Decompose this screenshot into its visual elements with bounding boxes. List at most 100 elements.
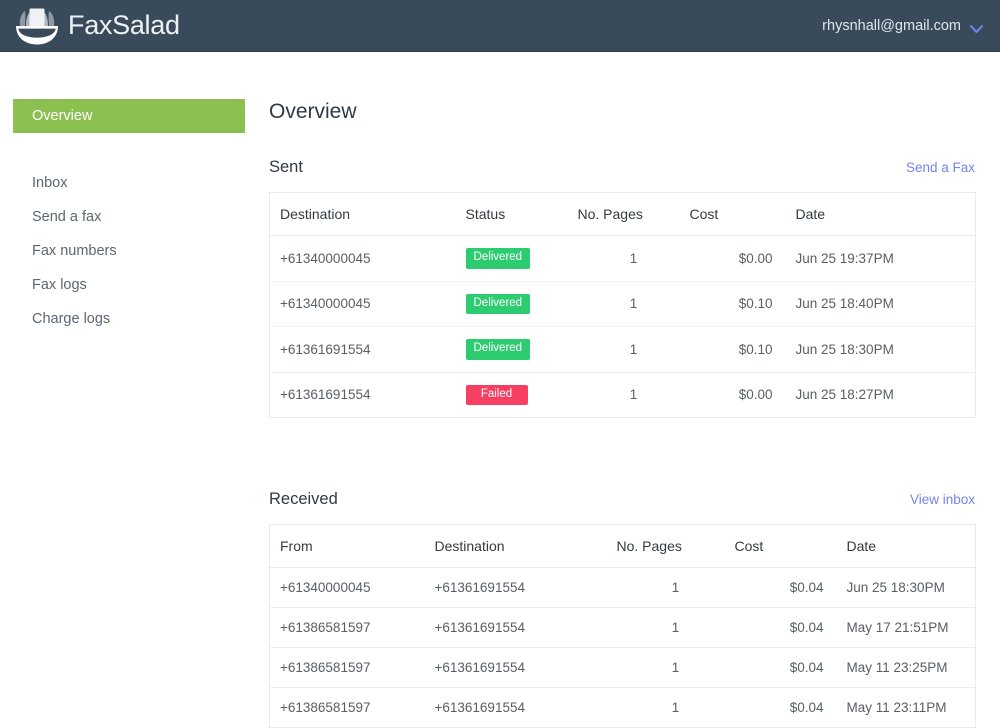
cell-pages: 1 bbox=[616, 647, 735, 689]
column-header-no-pages: No. Pages bbox=[577, 192, 690, 237]
account-menu[interactable]: rhysnhall@gmail.com bbox=[822, 18, 1000, 34]
cell-cost: $0.04 bbox=[734, 687, 833, 728]
table-row[interactable]: +61386581597 +61361691554 1 $0.04 May 17… bbox=[269, 607, 976, 649]
sidebar-item-label: Overview bbox=[32, 108, 93, 124]
sidebar-item-send-a-fax[interactable]: Send a fax bbox=[13, 200, 245, 234]
sent-section-header: Sent Send a Fax bbox=[269, 158, 975, 177]
cell-pages: 1 bbox=[616, 687, 735, 728]
sidebar-item-fax-logs[interactable]: Fax logs bbox=[13, 268, 245, 302]
cell-destination: +61361691554 bbox=[434, 567, 617, 609]
cell-destination: +61361691554 bbox=[269, 326, 466, 373]
column-header-from: From bbox=[269, 524, 435, 569]
sent-table-head: Destination Status No. Pages Cost Date bbox=[269, 192, 976, 237]
sidebar-item-charge-logs[interactable]: Charge logs bbox=[13, 302, 245, 336]
received-table-head: From Destination No. Pages Cost Date bbox=[269, 524, 976, 569]
cell-pages: 1 bbox=[616, 607, 735, 649]
cell-status: Delivered bbox=[465, 281, 578, 328]
cell-destination: +61361691554 bbox=[434, 687, 617, 728]
sidebar-item-label: Fax logs bbox=[32, 277, 87, 293]
cell-pages: 1 bbox=[577, 235, 690, 282]
received-section-header: Received View inbox bbox=[269, 490, 975, 509]
cell-pages: 1 bbox=[577, 281, 690, 328]
cell-pages: 1 bbox=[616, 567, 735, 609]
cell-destination: +61340000045 bbox=[269, 235, 466, 282]
status-badge: Failed bbox=[465, 384, 528, 406]
brand-home-link[interactable]: FaxSalad bbox=[0, 0, 180, 51]
cell-cost: $0.10 bbox=[689, 326, 782, 373]
status-badge: Delivered bbox=[465, 248, 531, 269]
cell-date: May 17 21:51PM bbox=[832, 607, 976, 649]
table-header-row: Destination Status No. Pages Cost Date bbox=[269, 192, 976, 237]
cell-cost: $0.04 bbox=[734, 647, 833, 689]
cell-date: May 11 23:25PM bbox=[832, 647, 976, 689]
top-header-bar: FaxSalad rhysnhall@gmail.com bbox=[0, 0, 1000, 52]
sidebar-nav: Overview Inbox Send a fax Fax numbers Fa… bbox=[13, 99, 245, 336]
sidebar-item-label: Send a fax bbox=[32, 209, 102, 225]
table-row[interactable]: +61340000045 Delivered 1 $0.10 Jun 25 18… bbox=[269, 281, 976, 328]
cell-destination: +61361691554 bbox=[434, 607, 617, 649]
sidebar-item-inbox[interactable]: Inbox bbox=[13, 166, 245, 200]
received-table: From Destination No. Pages Cost Date +61… bbox=[269, 524, 976, 728]
cell-status: Failed bbox=[465, 372, 578, 418]
received-table-body: +61340000045 +61361691554 1 $0.04 Jun 25… bbox=[269, 567, 976, 728]
cell-cost: $0.00 bbox=[689, 235, 782, 282]
cell-from: +61386581597 bbox=[269, 647, 435, 689]
cell-destination: +61340000045 bbox=[269, 281, 466, 328]
cell-date: Jun 25 18:40PM bbox=[781, 281, 976, 328]
sent-title: Sent bbox=[269, 158, 303, 177]
brand-name: FaxSalad bbox=[68, 10, 180, 40]
sidebar-item-fax-numbers[interactable]: Fax numbers bbox=[13, 234, 245, 268]
page-title: Overview bbox=[269, 100, 357, 123]
cell-cost: $0.04 bbox=[734, 607, 833, 649]
view-inbox-link[interactable]: View inbox bbox=[910, 492, 975, 507]
column-header-date: Date bbox=[832, 524, 976, 569]
column-header-destination: Destination bbox=[269, 192, 466, 237]
cell-cost: $0.10 bbox=[689, 281, 782, 328]
cell-from: +61340000045 bbox=[269, 567, 435, 609]
sidebar-item-label: Charge logs bbox=[32, 311, 111, 327]
cell-date: Jun 25 18:30PM bbox=[832, 567, 976, 609]
cell-destination: +61361691554 bbox=[269, 372, 466, 418]
received-title: Received bbox=[269, 490, 338, 509]
table-header-row: From Destination No. Pages Cost Date bbox=[269, 524, 976, 569]
cell-cost: $0.04 bbox=[734, 567, 833, 609]
cell-from: +61386581597 bbox=[269, 607, 435, 649]
column-header-cost: Cost bbox=[734, 524, 833, 569]
table-row[interactable]: +61386581597 +61361691554 1 $0.04 May 11… bbox=[269, 647, 976, 689]
cell-pages: 1 bbox=[577, 326, 690, 373]
table-row[interactable]: +61340000045 Delivered 1 $0.00 Jun 25 19… bbox=[269, 235, 976, 282]
status-badge: Delivered bbox=[465, 339, 531, 360]
cell-status: Delivered bbox=[465, 235, 578, 282]
column-header-date: Date bbox=[781, 192, 976, 237]
sidebar-item-label: Fax numbers bbox=[32, 243, 117, 259]
cell-date: Jun 25 18:27PM bbox=[781, 372, 976, 418]
status-badge: Delivered bbox=[465, 293, 531, 315]
sidebar-item-label: Inbox bbox=[32, 175, 68, 191]
cell-from: +61386581597 bbox=[269, 687, 435, 728]
table-row[interactable]: +61386581597 +61361691554 1 $0.04 May 11… bbox=[269, 687, 976, 728]
column-header-status: Status bbox=[465, 192, 578, 237]
table-row[interactable]: +61361691554 Delivered 1 $0.10 Jun 25 18… bbox=[269, 326, 976, 373]
received-section: Received View inbox From Destination No.… bbox=[269, 490, 976, 728]
send-a-fax-link[interactable]: Send a Fax bbox=[906, 160, 975, 175]
table-row[interactable]: +61361691554 Failed 1 $0.00 Jun 25 18:27… bbox=[269, 372, 976, 418]
account-email: rhysnhall@gmail.com bbox=[822, 17, 961, 34]
table-row[interactable]: +61340000045 +61361691554 1 $0.04 Jun 25… bbox=[269, 567, 976, 609]
column-header-cost: Cost bbox=[689, 192, 782, 237]
main-content: Overview Sent Send a Fax Destination Sta… bbox=[269, 99, 976, 728]
cell-date: May 11 23:11PM bbox=[832, 687, 976, 728]
chevron-down-icon bbox=[969, 21, 984, 34]
sent-table-body: +61340000045 Delivered 1 $0.00 Jun 25 19… bbox=[269, 235, 976, 418]
cell-destination: +61361691554 bbox=[434, 647, 617, 689]
column-header-destination: Destination bbox=[434, 524, 617, 569]
sent-section: Sent Send a Fax Destination Status No. P… bbox=[269, 158, 976, 419]
cell-status: Delivered bbox=[465, 326, 578, 373]
cell-cost: $0.00 bbox=[689, 372, 782, 418]
cell-date: Jun 25 18:30PM bbox=[781, 326, 976, 373]
sent-table: Destination Status No. Pages Cost Date +… bbox=[269, 192, 976, 419]
cell-date: Jun 25 19:37PM bbox=[781, 235, 976, 282]
salad-bowl-icon bbox=[14, 6, 60, 46]
sidebar-item-overview[interactable]: Overview bbox=[13, 99, 245, 133]
